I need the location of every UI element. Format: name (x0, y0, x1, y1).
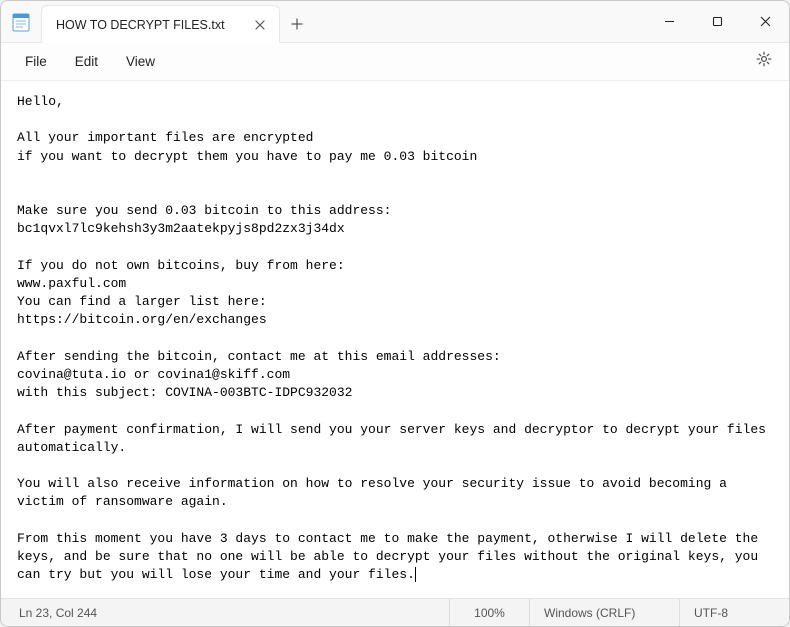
status-encoding: UTF-8 (679, 599, 789, 626)
close-tab-icon[interactable] (253, 18, 267, 32)
menubar: File Edit View (1, 43, 789, 81)
titlebar-drag-area[interactable] (314, 1, 645, 42)
notepad-icon (12, 12, 30, 32)
notepad-window: HOW TO DECRYPT FILES.txt File Edit View (0, 0, 790, 627)
menu-edit[interactable]: Edit (61, 48, 112, 75)
status-line-ending: Windows (CRLF) (529, 599, 679, 626)
menu-view[interactable]: View (112, 48, 169, 75)
tab[interactable]: HOW TO DECRYPT FILES.txt (41, 5, 280, 43)
status-position: Ln 23, Col 244 (1, 599, 449, 626)
close-window-button[interactable] (741, 1, 789, 42)
settings-button[interactable] (749, 47, 779, 77)
app-icon (1, 1, 41, 42)
new-tab-button[interactable] (280, 5, 314, 42)
status-zoom[interactable]: 100% (449, 599, 529, 626)
window-controls (645, 1, 789, 42)
titlebar: HOW TO DECRYPT FILES.txt (1, 1, 789, 43)
minimize-button[interactable] (645, 1, 693, 42)
menu-file[interactable]: File (11, 48, 61, 75)
text-caret (415, 567, 416, 582)
tab-title: HOW TO DECRYPT FILES.txt (56, 18, 225, 32)
text-editor-area[interactable]: Hello, All your important files are encr… (1, 81, 789, 598)
maximize-button[interactable] (693, 1, 741, 42)
statusbar: Ln 23, Col 244 100% Windows (CRLF) UTF-8 (1, 598, 789, 626)
document-text: Hello, All your important files are encr… (17, 94, 774, 582)
gear-icon (755, 50, 773, 73)
